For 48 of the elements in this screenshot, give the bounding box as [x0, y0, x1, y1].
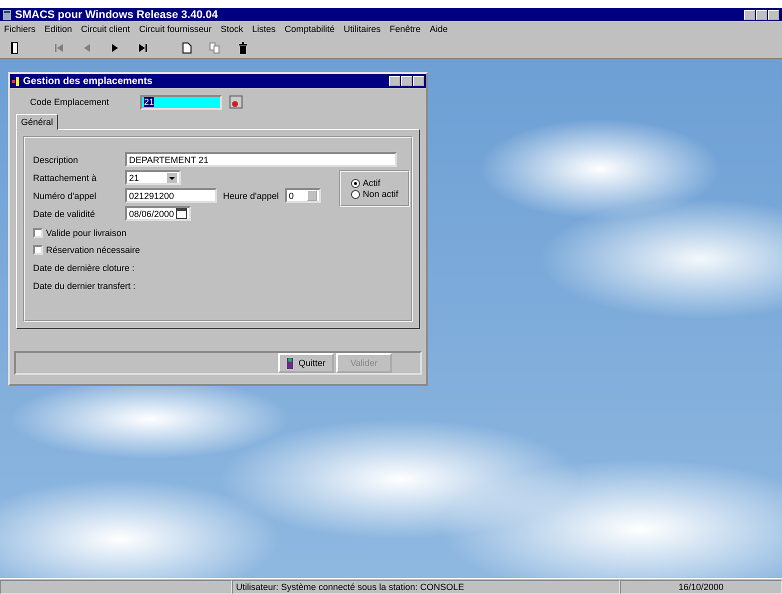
date-field[interactable]: 08/06/2000 [125, 206, 191, 221]
checkbox[interactable] [33, 228, 43, 238]
lookup-icon[interactable] [228, 94, 244, 110]
radio-label: Non actif [362, 189, 398, 199]
field-label: Rattachement à [33, 172, 98, 182]
info-label: Date de dernière cloture : [33, 263, 136, 273]
menu-item[interactable]: Comptabilité [284, 24, 335, 34]
field-label: Numéro d'appel [33, 190, 98, 200]
field-label: Heure d'appel [223, 190, 279, 200]
checkbox-label: Valide pour livraison [46, 228, 126, 238]
close-button[interactable] [768, 10, 779, 20]
menu-item[interactable]: Circuit fournisseur [139, 24, 212, 34]
window-title: SMACS pour Windows Release 3.40.04 [15, 8, 218, 20]
radio-button[interactable] [350, 178, 360, 188]
field-label: Code Emplacement [30, 97, 110, 107]
menu-item[interactable]: Aide [430, 24, 448, 34]
input-field[interactable]: 021291200 [125, 188, 217, 203]
info-label: Date du dernier transfert : [33, 281, 137, 291]
checkbox[interactable] [33, 245, 43, 255]
field-label: Date de validité [33, 208, 96, 218]
status-date: 16/10/2000 [620, 580, 782, 594]
menu-item[interactable]: Listes [252, 24, 276, 34]
minimize-button[interactable] [744, 10, 755, 20]
radio-label: Actif [362, 178, 380, 188]
spin-field[interactable]: 0 [284, 188, 321, 203]
input-field[interactable]: 21 [140, 94, 222, 110]
trash-icon[interactable] [236, 40, 250, 54]
field-label: Description [33, 154, 80, 164]
radio-button[interactable] [350, 190, 360, 198]
menu-item[interactable]: Stock [220, 24, 244, 34]
menu-item[interactable]: Utilitaires [344, 24, 381, 34]
checkbox-label: Réservation nécessaire [46, 245, 140, 255]
app-icon [3, 10, 11, 20]
dialog-title: Gestion des emplacements [23, 76, 152, 86]
status-message: Utilisateur: Système connecté sous la station: CONSOLE [232, 580, 620, 594]
window-icon [12, 76, 20, 86]
menu-item[interactable]: Fichiers [4, 24, 36, 34]
menu-item[interactable]: Edition [44, 24, 72, 34]
menu-item[interactable]: Circuit client [81, 24, 130, 34]
restore-button[interactable] [756, 10, 767, 20]
quit-button[interactable]: Quitter [278, 353, 334, 373]
calendar-icon[interactable] [176, 208, 187, 219]
tab[interactable]: Général [16, 114, 58, 130]
menu-item[interactable]: Fenêtre [390, 24, 421, 34]
door-exit-icon [286, 357, 296, 369]
input-field[interactable]: DEPARTEMENT 21 [125, 152, 397, 167]
dropdown[interactable]: 21 [125, 170, 181, 185]
new-page-icon[interactable] [180, 40, 194, 54]
